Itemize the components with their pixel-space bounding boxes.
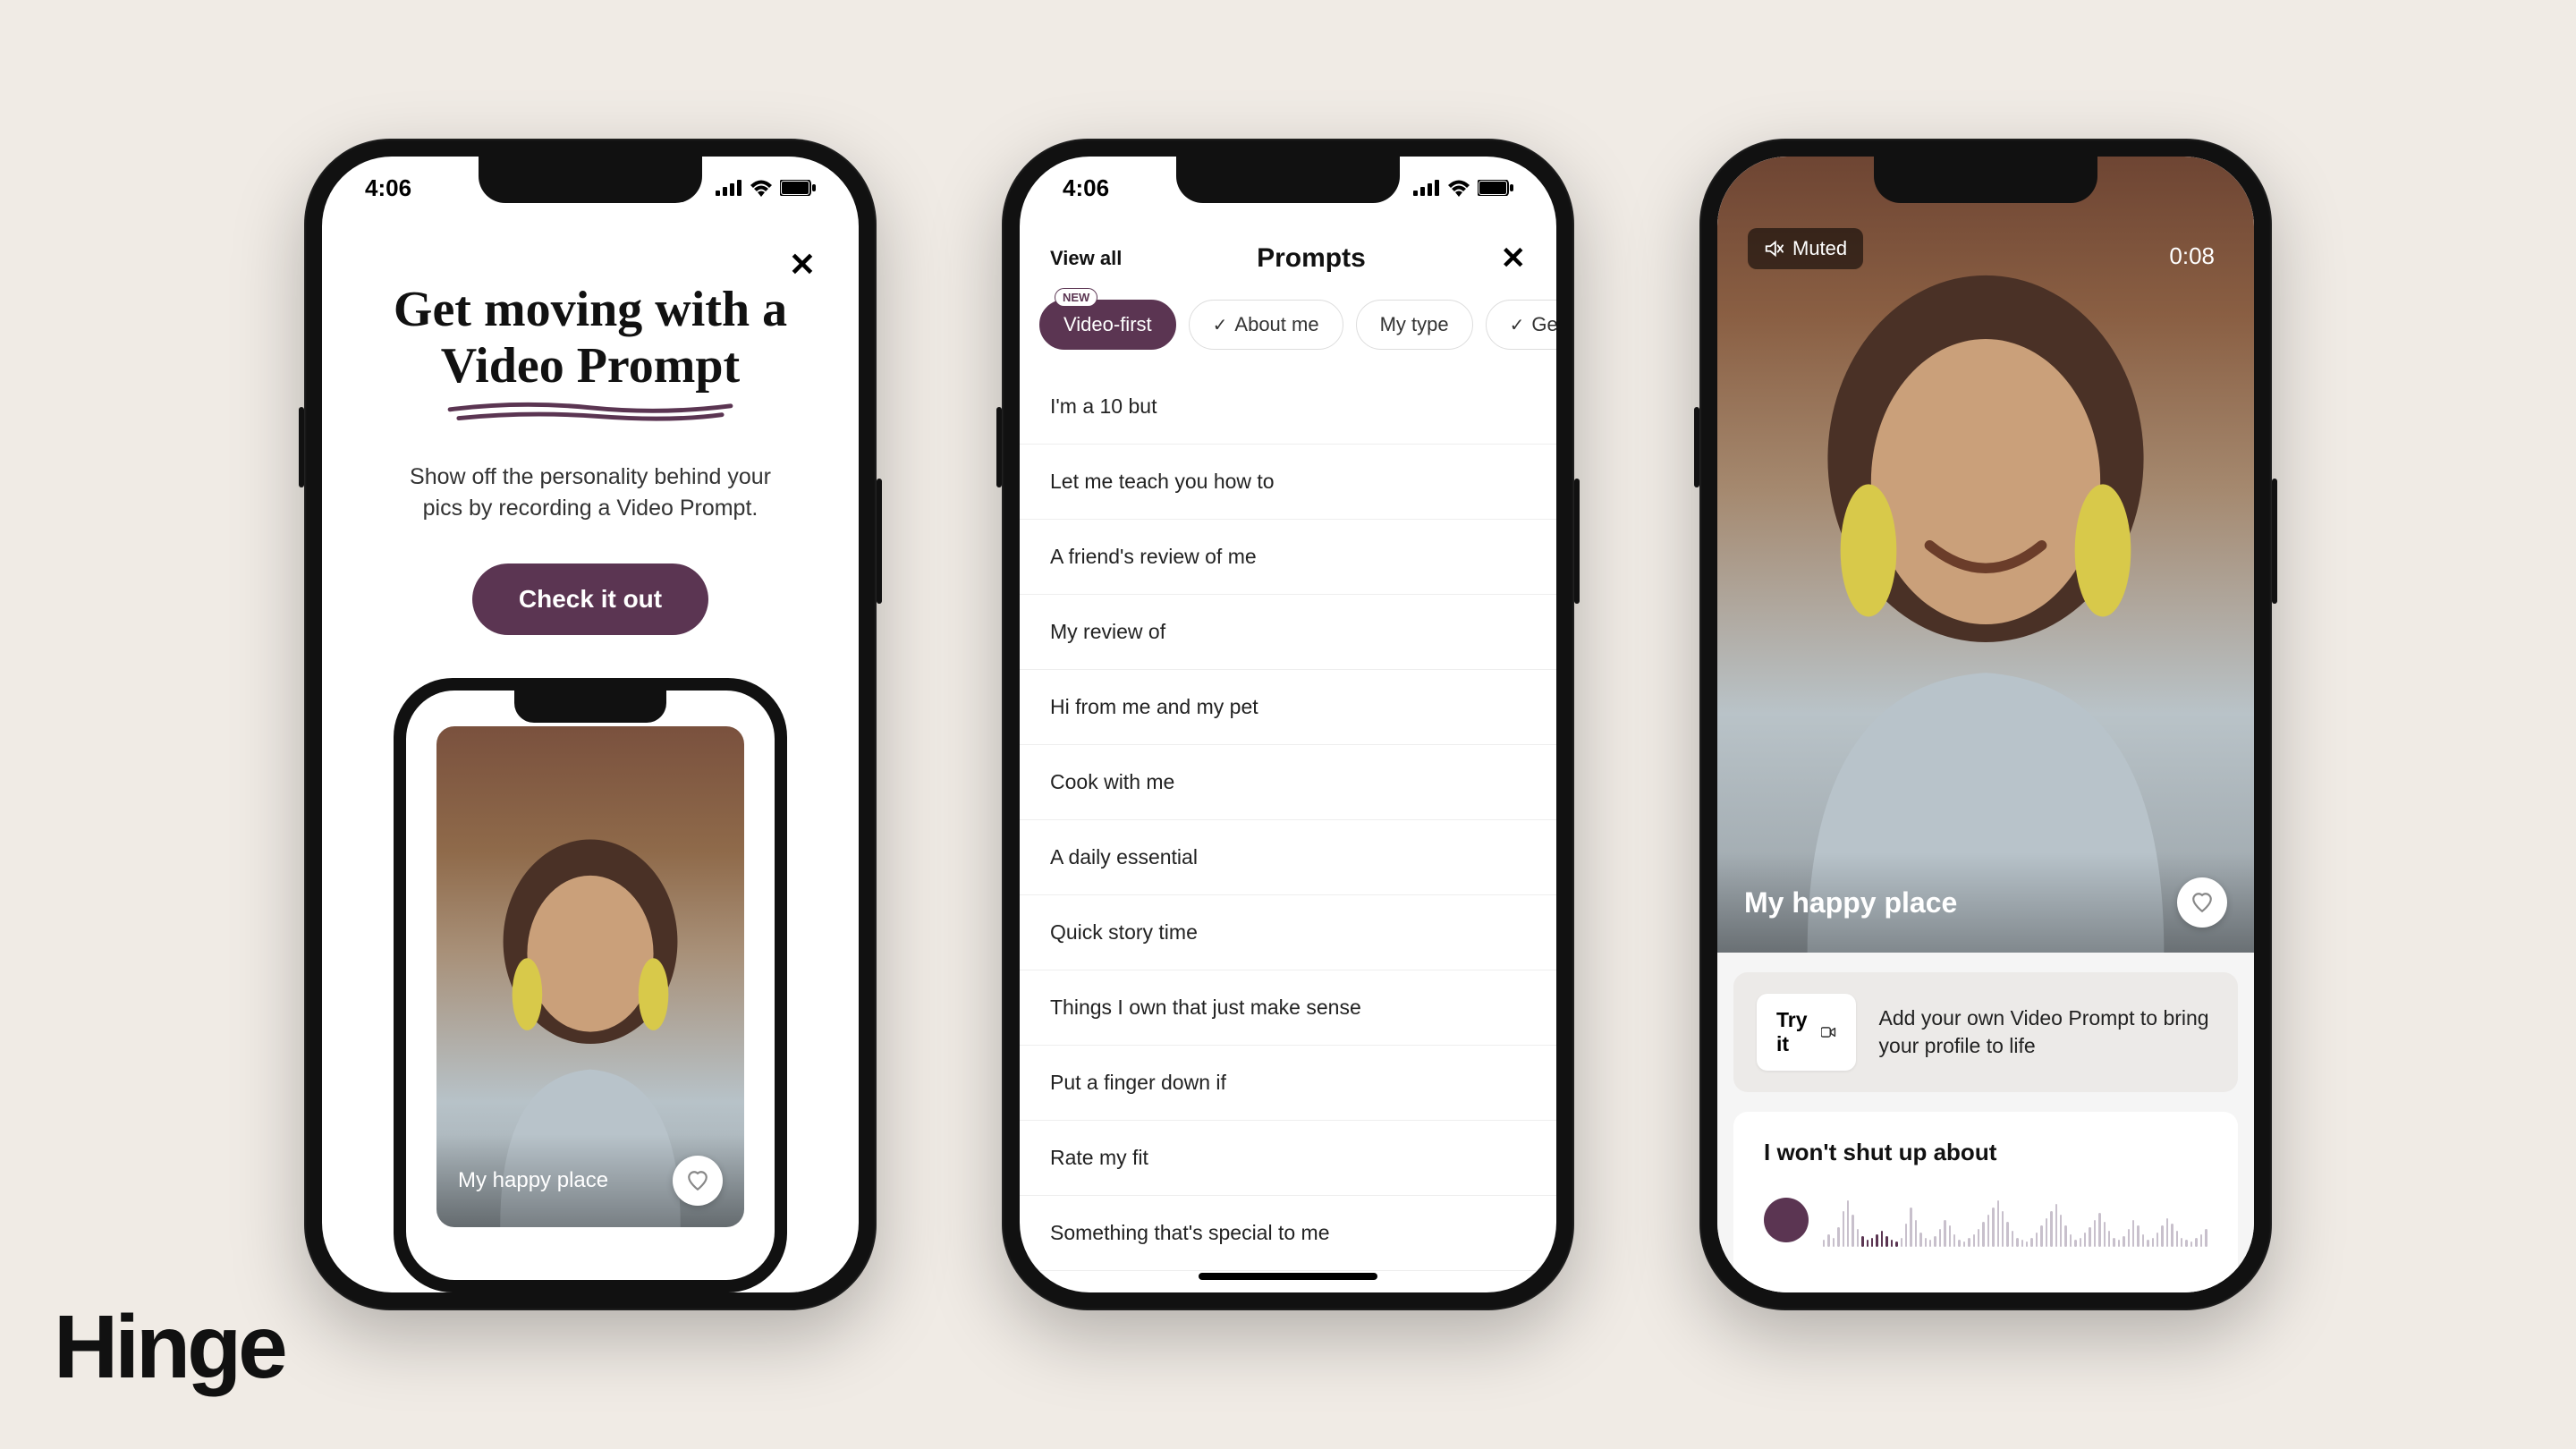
audio-waveform: [1823, 1193, 2207, 1247]
phone-frame-2: 4:06 View all Prompts ✕ NEW Video-first: [1002, 139, 1574, 1310]
prompt-item[interactable]: Quick story time: [1020, 895, 1556, 970]
chip-label: Video-first: [1063, 313, 1152, 336]
mini-notch: [514, 691, 666, 723]
prompt-item[interactable]: A daily essential: [1020, 820, 1556, 895]
intro-title: Get moving with a Video Prompt: [376, 282, 805, 394]
try-it-label: Try it: [1776, 1008, 1812, 1056]
audio-prompt-title: I won't shut up about: [1764, 1139, 2207, 1166]
notch: [1874, 157, 2097, 203]
try-it-description: Add your own Video Prompt to bring your …: [1879, 1004, 2215, 1060]
try-it-card: Try it Add your own Video Prompt to brin…: [1733, 972, 2238, 1092]
check-icon: ✓: [1213, 314, 1228, 336]
chip-video-first[interactable]: NEW Video-first: [1039, 300, 1176, 350]
wifi-icon: [750, 179, 773, 197]
status-time: 4:06: [1063, 174, 1109, 202]
check-it-out-button[interactable]: Check it out: [472, 564, 708, 635]
intro-subtitle: Show off the personality behind your pic…: [402, 462, 778, 524]
close-icon[interactable]: ✕: [789, 246, 816, 284]
prompt-item[interactable]: Put a finger down if: [1020, 1046, 1556, 1121]
hinge-logo: Hinge: [54, 1296, 284, 1399]
muted-toggle[interactable]: Muted: [1748, 228, 1863, 269]
video-prompt-card[interactable]: My happy place: [436, 726, 744, 1227]
filter-chips-row: NEW Video-first ✓ About me My type ✓ Get…: [1020, 284, 1556, 369]
heart-icon: [686, 1169, 709, 1192]
underline-squiggle: [438, 399, 742, 425]
video-caption: My happy place: [1744, 886, 1957, 919]
signal-icon: [716, 180, 742, 196]
heart-icon: [2190, 891, 2214, 914]
close-icon[interactable]: ✕: [1501, 241, 1527, 276]
like-button[interactable]: [673, 1156, 723, 1206]
status-right: [1413, 179, 1513, 197]
chip-label: My type: [1380, 313, 1449, 336]
muted-label: Muted: [1792, 237, 1847, 260]
prompt-list: I'm a 10 but Let me teach you how to A f…: [1020, 369, 1556, 1292]
wifi-icon: [1447, 179, 1470, 197]
prompt-item[interactable]: Cook with me: [1020, 745, 1556, 820]
prompt-item[interactable]: Hi from me and my pet: [1020, 670, 1556, 745]
like-button[interactable]: [2177, 877, 2227, 928]
notch: [1176, 157, 1400, 203]
chip-label: About me: [1234, 313, 1318, 336]
check-icon: ✓: [1510, 314, 1525, 336]
status-time: 4:06: [365, 174, 411, 202]
play-button[interactable]: [1764, 1198, 1809, 1242]
prompt-item[interactable]: Things I own that just make sense: [1020, 970, 1556, 1046]
video-timestamp: 0:08: [2169, 242, 2215, 270]
portrait-silhouette: [1739, 189, 2233, 953]
chip-getting[interactable]: ✓ Gettin: [1486, 300, 1556, 350]
video-icon: [1821, 1024, 1835, 1040]
video-caption: My happy place: [458, 1168, 608, 1193]
muted-icon: [1764, 239, 1784, 258]
battery-icon: [780, 180, 816, 196]
notch: [479, 157, 702, 203]
home-indicator[interactable]: [1199, 1273, 1377, 1280]
phone-frame-1: 4:06 ✕ Get moving with a Video Prompt Sh…: [304, 139, 877, 1310]
signal-icon: [1413, 180, 1440, 196]
video-player[interactable]: Muted 0:08 My happy place: [1717, 157, 2254, 953]
prompt-item[interactable]: My review of: [1020, 595, 1556, 670]
prompt-item[interactable]: Rate my fit: [1020, 1121, 1556, 1196]
prompt-item[interactable]: Let me teach you how to: [1020, 445, 1556, 520]
audio-prompt-card[interactable]: I won't shut up about: [1733, 1112, 2238, 1292]
new-badge: NEW: [1055, 288, 1097, 307]
phone-frame-3: Muted 0:08 My happy place Try it: [1699, 139, 2272, 1310]
view-all-link[interactable]: View all: [1050, 247, 1122, 270]
battery-icon: [1478, 180, 1513, 196]
mini-phone-preview: My happy place: [394, 678, 787, 1292]
chip-my-type[interactable]: My type: [1356, 300, 1473, 350]
prompt-item[interactable]: A friend's review of me: [1020, 520, 1556, 595]
try-it-button[interactable]: Try it: [1757, 994, 1856, 1071]
status-right: [716, 179, 816, 197]
prompts-title: Prompts: [1257, 243, 1366, 274]
prompt-item[interactable]: I'm a 10 but: [1020, 369, 1556, 445]
prompt-item[interactable]: Something that's special to me: [1020, 1196, 1556, 1271]
chip-label: Gettin: [1531, 313, 1556, 336]
chip-about-me[interactable]: ✓ About me: [1189, 300, 1343, 350]
